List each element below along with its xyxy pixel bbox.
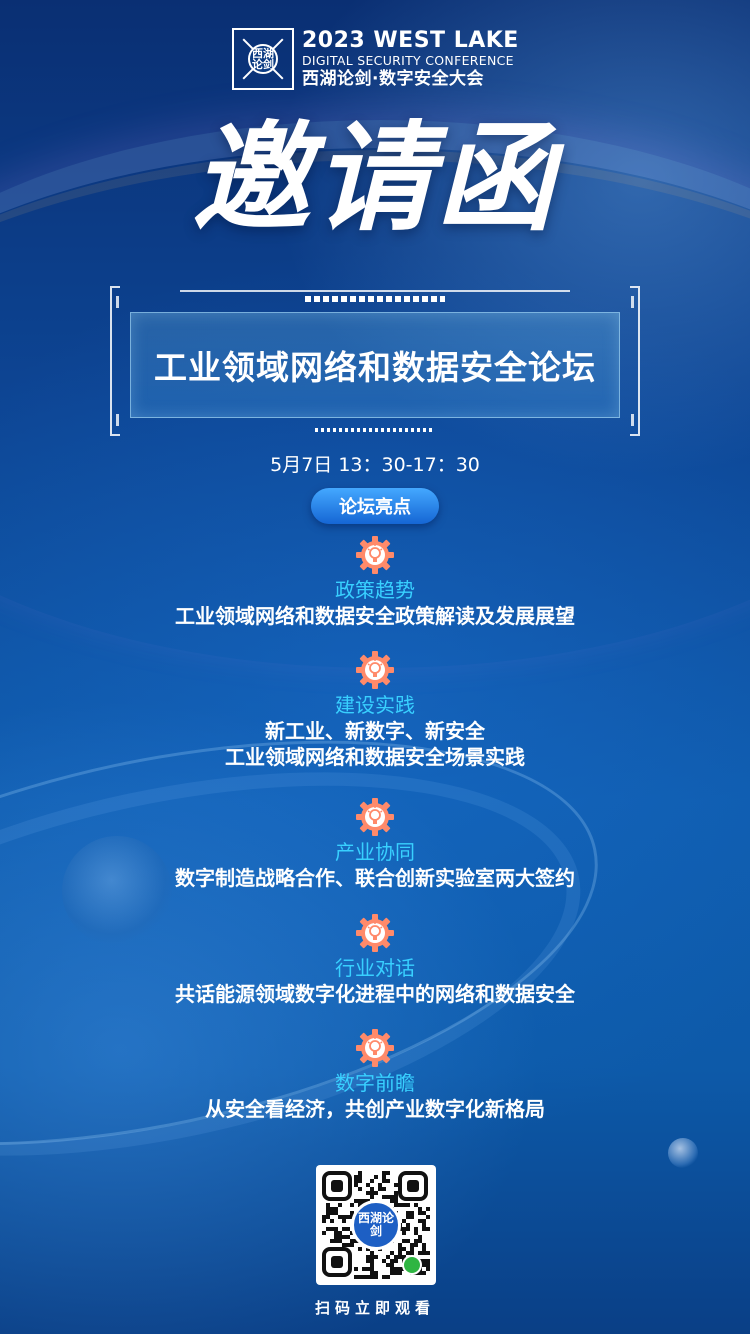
- highlight-category: 建设实践: [335, 693, 415, 717]
- gear-bulb-icon: [355, 535, 395, 575]
- conference-name: 2023 WEST LAKE DIGITAL SECURITY CONFEREN…: [302, 30, 519, 88]
- highlight-description: 数字制造战略合作、联合创新实验室两大签约: [175, 866, 575, 890]
- highlight-description: 工业领域网络和数据安全政策解读及发展展望: [175, 604, 575, 628]
- gear-bulb-icon: [355, 650, 395, 690]
- highlight-item: 产业协同 数字制造战略合作、联合创新实验室两大签约: [0, 797, 750, 891]
- highlight-category: 产业协同: [335, 840, 415, 864]
- highlight-category: 行业对话: [335, 956, 415, 980]
- highlight-item: 政策趋势 工业领域网络和数据安全政策解读及发展展望: [0, 535, 750, 629]
- highlight-category: 数字前瞻: [335, 1071, 415, 1095]
- highlight-description: 工业领域网络和数据安全场景实践: [225, 745, 525, 769]
- qr-caption: 扫码立即观看: [314, 1299, 435, 1317]
- conference-logo-icon: 西湖论剑: [232, 28, 294, 90]
- qr-code[interactable]: 西湖论剑: [316, 1165, 436, 1285]
- highlights-badge: 论坛亮点: [311, 488, 439, 524]
- highlight-description: 新工业、新数字、新安全: [265, 719, 485, 743]
- moon: [668, 1138, 698, 1168]
- frame-top-line: [180, 290, 570, 292]
- gear-bulb-icon: [355, 913, 395, 953]
- conference-header: 西湖论剑 2023 WEST LAKE DIGITAL SECURITY CON…: [232, 28, 519, 90]
- forum-title: 工业领域网络和数据安全论坛: [154, 348, 596, 387]
- frame-bottom-deco: [315, 428, 435, 432]
- wechat-miniprogram-icon: [402, 1255, 422, 1275]
- qr-logo: 西湖论剑: [351, 1200, 401, 1250]
- conference-year: 2023: [302, 28, 366, 54]
- highlight-description: 从安全看经济，共创产业数字化新格局: [205, 1097, 545, 1121]
- highlight-category: 政策趋势: [335, 578, 415, 602]
- frame-top-deco: [305, 296, 445, 302]
- gear-bulb-icon: [355, 1028, 395, 1068]
- highlights-label: 论坛亮点: [339, 497, 411, 518]
- highlight-description: 共话能源领域数字化进程中的网络和数据安全: [175, 982, 575, 1006]
- forum-frame: 工业领域网络和数据安全论坛: [110, 286, 640, 438]
- conference-name-cn: 西湖论剑·数字安全大会: [302, 68, 484, 89]
- highlight-item: 行业对话 共话能源领域数字化进程中的网络和数据安全: [0, 913, 750, 1007]
- forum-datetime: 5月7日 13：30-17：30: [270, 454, 480, 476]
- highlight-item: 数字前瞻 从安全看经济，共创产业数字化新格局: [0, 1028, 750, 1122]
- conference-subtitle-en: DIGITAL SECURITY CONFERENCE: [302, 53, 514, 69]
- gear-bulb-icon: [355, 797, 395, 837]
- highlight-item: 建设实践 新工业、新数字、新安全 工业领域网络和数据安全场景实践: [0, 650, 750, 770]
- logo-text: 西湖论剑: [248, 44, 278, 74]
- poster: 西湖论剑 2023 WEST LAKE DIGITAL SECURITY CON…: [0, 0, 750, 1334]
- conference-name-en: WEST LAKE: [373, 28, 519, 54]
- forum-title-box: 工业领域网络和数据安全论坛: [130, 312, 620, 418]
- page-title: 邀请函: [191, 109, 558, 247]
